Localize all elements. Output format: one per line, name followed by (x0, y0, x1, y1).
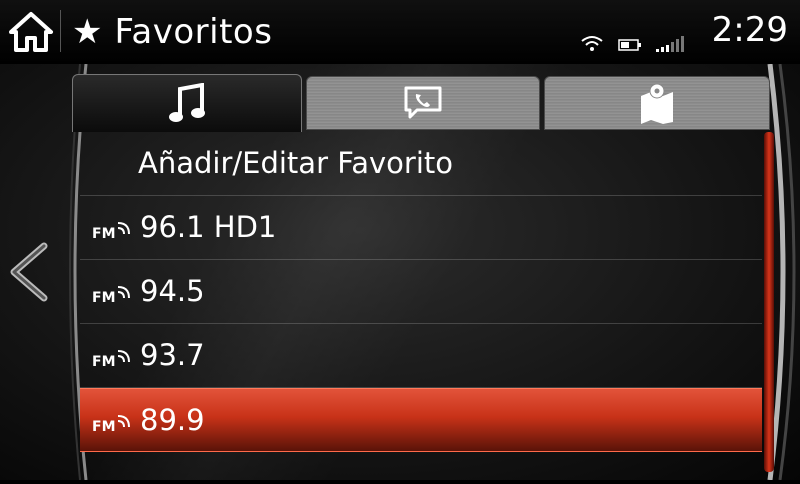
wifi-icon (581, 36, 603, 51)
favorite-item[interactable]: FM 96.1 HD1 (80, 196, 762, 260)
tab-navigation[interactable] (544, 76, 770, 130)
star-icon: ★ (72, 12, 103, 52)
header-divider (60, 10, 61, 52)
fm-radio-icon: FM (92, 222, 130, 240)
map-pin-icon (641, 83, 673, 124)
svg-text:FM: FM (92, 290, 116, 304)
favorite-item[interactable]: FM 93.7 (80, 324, 762, 388)
scrollbar[interactable] (764, 132, 774, 472)
add-edit-favorite-label: Añadir/Editar Favorito (138, 146, 454, 180)
svg-text:FM: FM (92, 419, 116, 433)
music-note-icon (169, 82, 205, 122)
top-bar: ★ Favoritos 2:29 (0, 0, 800, 64)
tab-music[interactable] (72, 74, 302, 132)
svg-text:FM: FM (92, 226, 116, 240)
home-icon[interactable] (8, 10, 54, 54)
back-chevron-icon[interactable] (4, 240, 52, 304)
fm-radio-icon: FM (92, 415, 130, 433)
status-icons (580, 34, 684, 52)
fm-radio-icon: FM (92, 350, 130, 368)
battery-icon (618, 39, 641, 51)
phone-message-icon (404, 86, 442, 119)
favorite-item[interactable]: FM 94.5 (80, 260, 762, 324)
page-title: Favoritos (114, 12, 273, 52)
signal-icon (656, 36, 684, 52)
svg-text:FM: FM (92, 354, 116, 368)
clock: 2:29 (711, 10, 788, 50)
favorite-label: 89.9 (140, 403, 205, 437)
fm-radio-icon: FM (92, 286, 130, 304)
favorite-label: 96.1 HD1 (140, 210, 277, 244)
favorite-label: 93.7 (140, 338, 205, 372)
favorite-label: 94.5 (140, 274, 205, 308)
favorite-item-selected[interactable]: FM 89.9 (80, 388, 762, 452)
add-edit-favorite-button[interactable]: Añadir/Editar Favorito (80, 132, 762, 196)
tab-phone[interactable] (306, 76, 540, 130)
